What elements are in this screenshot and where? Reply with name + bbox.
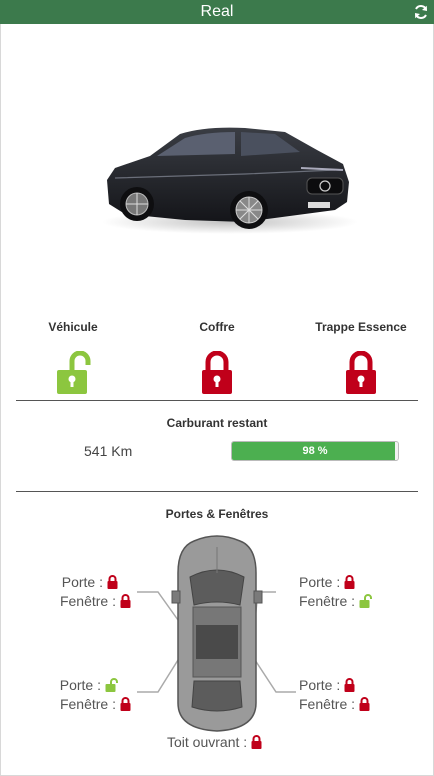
lock-open-icon [359,594,373,608]
rear-left-door[interactable]: Porte : [60,677,118,693]
lock-fuel-flap-label: Trappe Essence [315,320,407,334]
lock-fuel-flap[interactable]: Trappe Essence [301,320,421,395]
lock-closed-icon [120,594,131,608]
car-top-view [171,535,263,732]
sunroof-label: Toit ouvrant : [167,734,248,750]
front-right-door-label: Porte : [299,574,341,590]
lock-closed-icon [359,697,370,711]
front-right-window-label: Fenêtre : [299,593,356,609]
lock-closed-icon [120,697,131,711]
lock-closed-icon [344,575,355,589]
front-left-window-label: Fenêtre : [59,593,116,609]
front-right-door[interactable]: Porte : [299,574,355,590]
lock-closed-icon [107,575,118,589]
front-left-door[interactable]: Porte : [62,574,118,590]
lock-closed-icon [251,735,262,749]
lock-trunk[interactable]: Coffre [157,320,277,395]
fuel-range: 541 Km [84,443,133,459]
openings-title: Portes & Fenêtres [165,507,269,521]
rear-right-door[interactable]: Porte : [299,677,355,693]
rear-right-window[interactable]: Fenêtre : [299,696,370,712]
app-header: Real [0,0,434,24]
sunroof[interactable]: Toit ouvrant : [167,734,262,750]
front-right-window[interactable]: Fenêtre : [299,593,373,609]
fuel-percent: 98 % [302,445,328,457]
lock-open-icon [105,678,118,692]
front-left-window[interactable]: Fenêtre : [60,593,131,609]
lock-closed-icon [344,678,355,692]
rear-right-window-label: Fenêtre : [299,696,356,712]
lock-closed-icon [346,351,376,394]
fuel-progress-bar: 98 % [231,441,399,461]
lock-vehicle-label: Véhicule [48,320,98,334]
lock-vehicle[interactable]: Véhicule [13,320,133,395]
rear-left-door-label: Porte : [59,677,101,693]
lock-trunk-label: Coffre [199,320,235,334]
refresh-icon[interactable] [413,4,429,20]
rear-left-window-label: Fenêtre : [59,696,116,712]
divider [16,400,418,401]
fuel-title: Carburant restant [166,416,268,430]
rear-right-door-label: Porte : [299,677,341,693]
divider [16,491,418,492]
lock-closed-icon [202,351,232,394]
car-photo [102,127,357,234]
lock-open-icon [57,351,91,394]
page-title: Real [200,3,234,20]
front-left-door-label: Porte : [61,574,103,590]
rear-left-window[interactable]: Fenêtre : [60,696,131,712]
